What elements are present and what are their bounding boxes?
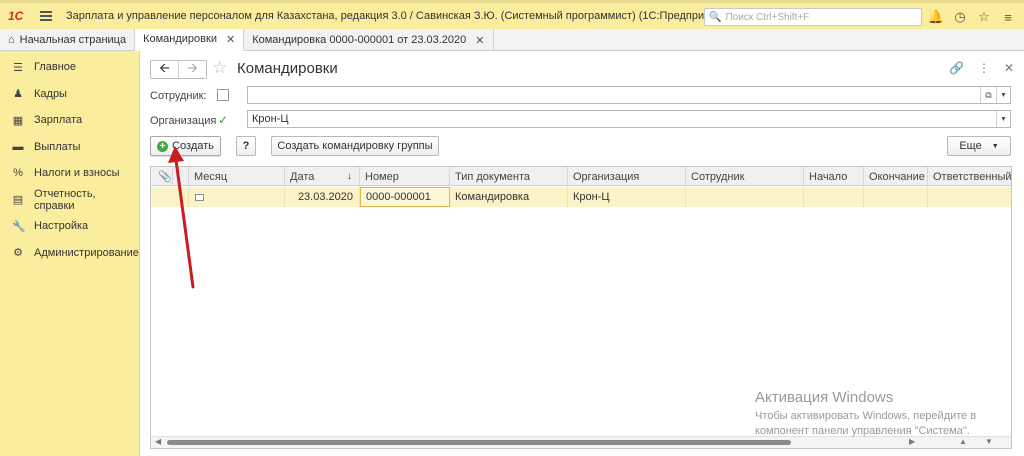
annotation-arrow-icon	[168, 146, 195, 289]
